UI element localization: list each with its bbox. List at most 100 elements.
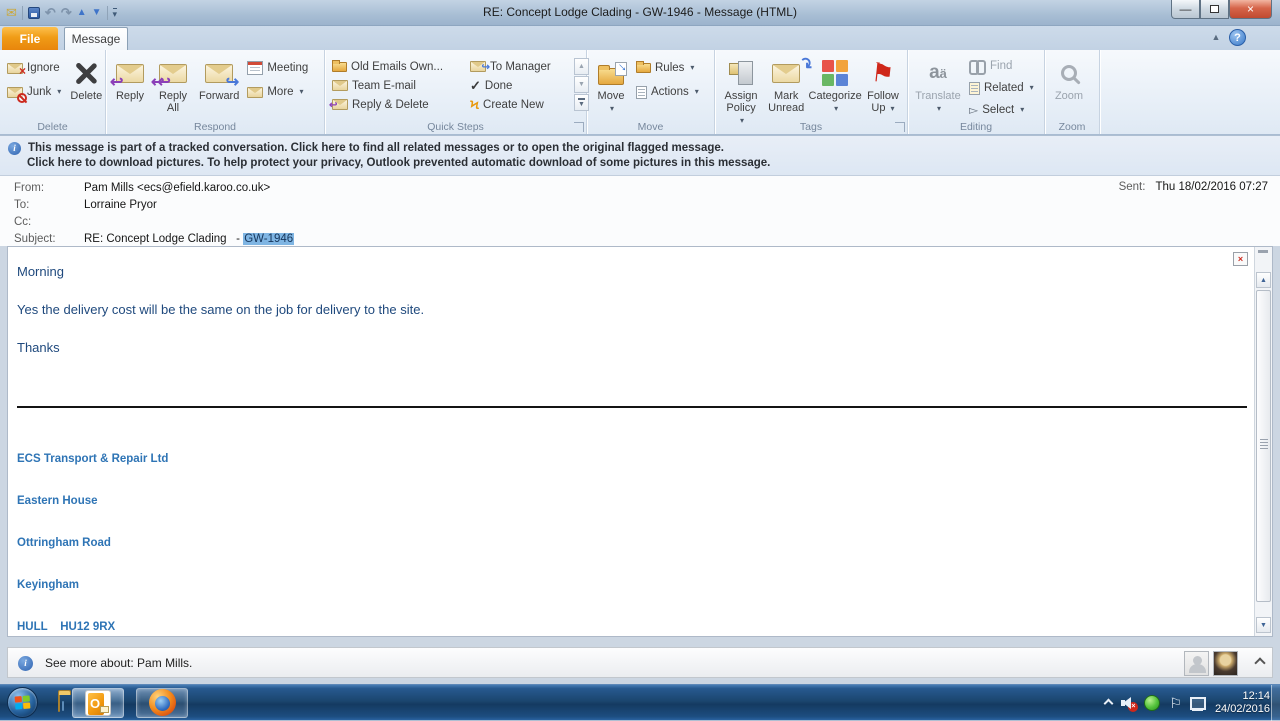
infobar-tracked-conversation[interactable]: This message is part of a tracked conver…: [28, 141, 724, 156]
tray-expand-icon[interactable]: [1103, 698, 1114, 708]
show-desktop-button[interactable]: [1271, 685, 1280, 721]
assign-policy-button[interactable]: Assign Policy ▾: [718, 53, 764, 130]
delete-button[interactable]: Delete: [65, 53, 107, 105]
select-button[interactable]: ▻ Select ▾: [965, 101, 1038, 119]
quick-step-label: To Manager: [490, 60, 551, 73]
follow-up-flag-icon: ⚑: [869, 56, 897, 90]
sent-value: Thu 18/02/2016 07:27: [1155, 181, 1268, 193]
quick-step-label: Create New: [483, 98, 544, 111]
infobar: i This message is part of a tracked conv…: [0, 136, 1280, 176]
follow-up-button[interactable]: ⚑ Follow Up ▾: [862, 53, 904, 118]
group-label-quick-steps: Quick Steps: [427, 121, 484, 133]
assign-policy-icon: [729, 61, 754, 85]
expand-people-pane-icon[interactable]: [1254, 657, 1266, 669]
delete-icon: [73, 60, 99, 86]
quick-step-label: Done: [484, 79, 513, 92]
move-button[interactable]: → Move ▾: [590, 53, 634, 118]
infobar-download-pictures[interactable]: Click here to download pictures. To help…: [27, 156, 770, 171]
more-respond-button[interactable]: More ▾: [243, 83, 312, 101]
zoom-button[interactable]: Zoom: [1048, 53, 1090, 105]
meeting-button[interactable]: Meeting: [243, 59, 312, 77]
quick-step-label: Reply & Delete: [352, 98, 429, 111]
tab-message[interactable]: Message: [64, 27, 128, 50]
subject-label: Subject:: [14, 233, 56, 245]
rules-button[interactable]: Rules ▾: [632, 59, 703, 77]
chevron-down-icon: ▾: [299, 87, 304, 96]
group-label-zoom: Zoom: [1058, 121, 1086, 133]
avatar[interactable]: [1213, 651, 1238, 676]
find-button[interactable]: Find: [965, 57, 1038, 75]
action-center-flag-icon[interactable]: ⚐: [1169, 695, 1182, 712]
group-label-tags: Tags: [799, 121, 823, 133]
ribbon-tab-row: File Message ▲ ?: [0, 26, 1280, 50]
window-controls: — ×: [1171, 0, 1272, 19]
help-icon[interactable]: ?: [1229, 29, 1246, 46]
avatar[interactable]: [1184, 651, 1209, 676]
quick-step-create-new[interactable]: Ϟ Create New: [466, 95, 574, 114]
dialog-launcher-icon[interactable]: [574, 122, 584, 132]
quick-step-label: Team E-mail: [352, 79, 416, 92]
volume-muted-icon[interactable]: ×: [1121, 697, 1139, 712]
quick-step-to-manager[interactable]: ↪ To Manager: [466, 57, 574, 76]
subject-highlighted-text: GW-1946: [243, 233, 295, 245]
ignore-button[interactable]: × Ignore: [3, 59, 65, 78]
move-label: Move: [597, 90, 625, 102]
signature-line: ECS Transport & Repair Ltd: [17, 453, 169, 465]
check-icon: ✓: [470, 77, 481, 93]
system-tray: × ⚐ 12:14 24/02/2016: [1103, 685, 1270, 721]
vertical-scrollbar[interactable]: ▲ ▼: [1254, 247, 1272, 636]
signature-line: HULL HU12 9RX: [17, 621, 116, 633]
find-label: Find: [990, 60, 1013, 72]
scroll-down-icon[interactable]: ▼: [1256, 617, 1271, 633]
quick-step-done[interactable]: ✓ Done: [466, 76, 574, 95]
close-button[interactable]: ×: [1229, 0, 1272, 19]
related-button[interactable]: Related ▾: [965, 79, 1038, 97]
reply-all-button[interactable]: ↩↩ Reply All: [151, 53, 195, 117]
translate-button[interactable]: aä Translate ▾: [911, 53, 965, 118]
ribbon-group-delete: × Ignore Junk ▾ Delete Delete: [0, 50, 106, 134]
dialog-launcher-icon[interactable]: [895, 122, 905, 132]
people-pane-text: See more about: Pam Mills.: [45, 655, 193, 670]
scrollbar-thumb[interactable]: [1256, 290, 1271, 602]
taskbar-explorer-button[interactable]: [58, 692, 60, 712]
quick-step-label: Old Emails Own...: [351, 60, 444, 73]
meeting-label: Meeting: [267, 62, 309, 74]
chevron-down-icon: ▾: [609, 104, 614, 113]
restore-button[interactable]: [1200, 0, 1229, 19]
ribbon-group-move: → Move ▾ Rules ▾ Actions ▾ Move: [587, 50, 715, 134]
quick-step-team-email[interactable]: Team E-mail: [328, 76, 466, 95]
body-closing: Thanks: [17, 340, 60, 355]
mark-unread-button[interactable]: ↷ Mark Unread: [764, 53, 816, 117]
taskbar-firefox-button[interactable]: [136, 687, 188, 718]
ribbon: × Ignore Junk ▾ Delete Delete ↩ Reply ↩↩…: [0, 50, 1280, 135]
message-body[interactable]: Morning Yes the delivery cost will be th…: [17, 247, 1248, 636]
taskbar-clock[interactable]: 12:14 24/02/2016: [1215, 690, 1270, 716]
to-label: To:: [14, 199, 30, 211]
subject-value: RE: Concept Lodge Clading -: [84, 233, 244, 245]
minimize-button[interactable]: —: [1171, 0, 1200, 19]
group-label-editing: Editing: [959, 121, 993, 133]
quick-step-old-emails[interactable]: Old Emails Own...: [328, 57, 466, 76]
reply-button[interactable]: ↩ Reply: [109, 53, 151, 105]
tab-file[interactable]: File: [2, 27, 58, 50]
taskbar-outlook-button[interactable]: [72, 687, 124, 718]
network-icon[interactable]: [1189, 697, 1206, 711]
more-label: More: [267, 86, 294, 98]
start-button[interactable]: [7, 687, 38, 718]
meeting-icon: [247, 61, 264, 75]
signature-divider: [17, 406, 1247, 408]
quick-step-reply-delete[interactable]: ↩ Reply & Delete: [328, 95, 466, 114]
reply-icon: ↩: [110, 63, 144, 90]
rules-icon: [636, 61, 651, 73]
titlebar: ✉ ↶ ↷ ▲ ▼ ▾ RE: Concept Lodge Clading - …: [0, 0, 1280, 26]
scroll-up-icon[interactable]: ▲: [1256, 272, 1271, 288]
forward-button[interactable]: ↪ Forward: [195, 53, 243, 105]
collapse-ribbon-icon[interactable]: ▲: [1210, 32, 1222, 44]
splitter-handle[interactable]: [1258, 250, 1268, 253]
to-value: Lorraine Pryor: [84, 199, 157, 211]
reply-label: Reply: [115, 90, 145, 102]
actions-button[interactable]: Actions ▾: [632, 83, 703, 101]
tray-status-icon[interactable]: [1144, 695, 1161, 711]
junk-button[interactable]: Junk ▾: [3, 83, 65, 103]
reply-all-label: Reply All: [158, 90, 188, 114]
